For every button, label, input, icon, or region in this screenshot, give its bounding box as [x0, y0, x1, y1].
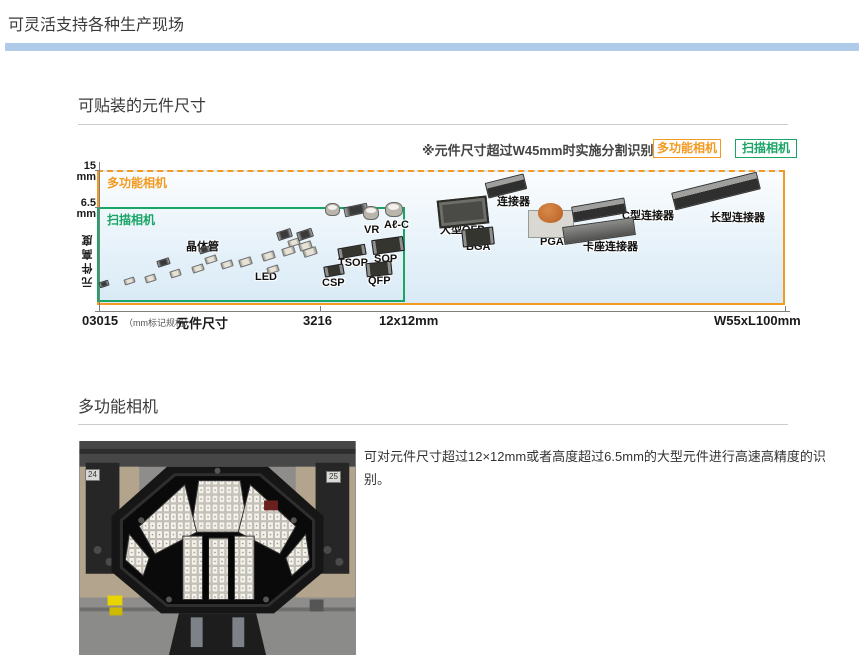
- label-connector: 连接器: [497, 193, 530, 209]
- y-axis: [99, 162, 100, 312]
- label-csp: CSP: [322, 277, 345, 289]
- camera-description: 可对元件尺寸超过12×12mm或者高度超过6.5mm的大型元件进行高速高精度的识…: [364, 446, 842, 492]
- x-origin-label: 03015: [82, 313, 118, 328]
- section2-title: 多功能相机: [78, 393, 158, 417]
- y-tick-unit: mm: [70, 209, 96, 220]
- section2-divider: [78, 424, 788, 425]
- photo-marker-24: 24: [85, 469, 100, 481]
- badge-multifunction-camera: 多功能相机: [653, 139, 721, 158]
- y-tick-unit: mm: [70, 172, 96, 183]
- component-chip: [437, 195, 490, 228]
- component-chip: [363, 206, 379, 220]
- x-tick-w55: [785, 306, 786, 311]
- camera-photo: 24 25: [79, 441, 356, 655]
- component-chip: [365, 261, 392, 278]
- page-title: 可灵活支持各种生产现场: [8, 11, 184, 35]
- component-chip: [385, 202, 403, 217]
- x-tick-3216: [320, 306, 321, 311]
- scan-region-label: 扫描相机: [107, 211, 155, 228]
- x-tick-label-w55xl100: W55xL100mm: [714, 313, 801, 328]
- header-accent-bar: [5, 43, 859, 51]
- section1-title: 可贴装的元件尺寸: [78, 92, 206, 116]
- component-chip: [325, 203, 340, 216]
- x-tick-label-3216: 3216: [303, 313, 332, 328]
- component-chip: [461, 226, 495, 247]
- label-al-c: Aℓ-C: [384, 219, 409, 231]
- y-tick-label-6-5mm: 6.5 mm: [70, 198, 96, 220]
- label-long-connector: 长型连接器: [710, 209, 765, 225]
- x-axis: [95, 311, 790, 312]
- badge-scan-camera: 扫描相机: [735, 139, 797, 158]
- x-tick-label-12x12: 12x12mm: [379, 313, 438, 328]
- camera-photo-illustration: [79, 441, 356, 655]
- multifunction-region-label: 多功能相机: [107, 174, 167, 191]
- y-axis-title: 元件高度: [80, 232, 96, 288]
- y-tick-label-15mm: 15 mm: [70, 161, 96, 183]
- split-recognition-note: ※元件尺寸超过W45mm时实施分割识别: [422, 140, 654, 159]
- label-vr: VR: [364, 224, 379, 236]
- section1-divider: [78, 124, 788, 125]
- x-axis-title: 元件尺寸: [176, 313, 228, 332]
- photo-marker-25: 25: [326, 471, 341, 483]
